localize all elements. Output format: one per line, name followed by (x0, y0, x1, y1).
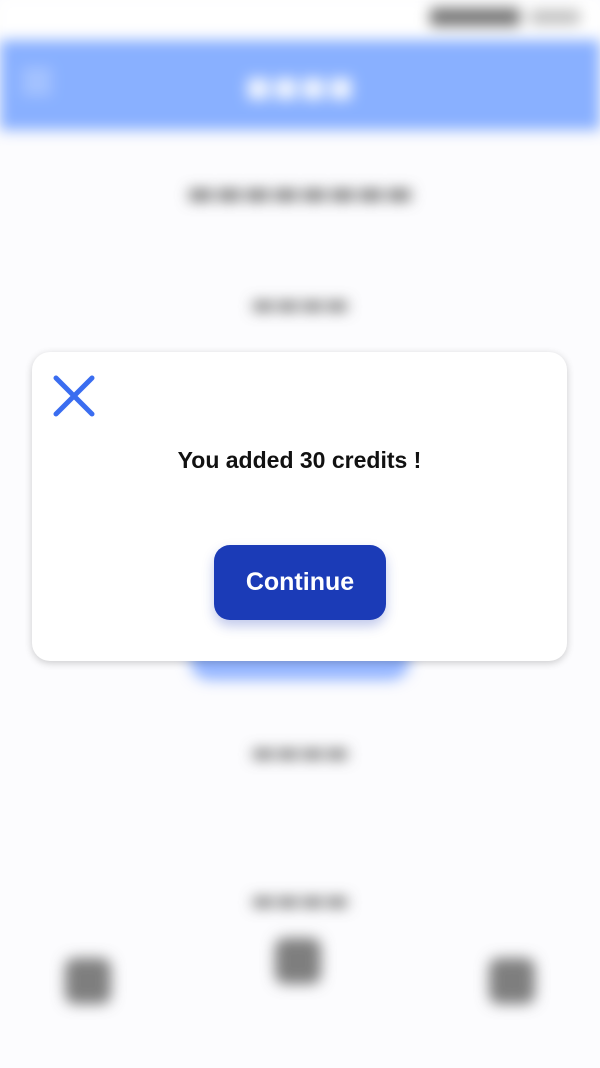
dialog-message: You added 30 credits ! (177, 447, 422, 473)
continue-button[interactable]: Continue (214, 545, 386, 620)
close-icon (53, 375, 95, 417)
close-button[interactable] (52, 374, 96, 418)
app-screen: ■■■■ ▬▬▬▬▬▬▬▬ ▬▬▬▬ ▬▬▬▬ ▬▬▬▬ You added 3… (0, 0, 600, 1068)
